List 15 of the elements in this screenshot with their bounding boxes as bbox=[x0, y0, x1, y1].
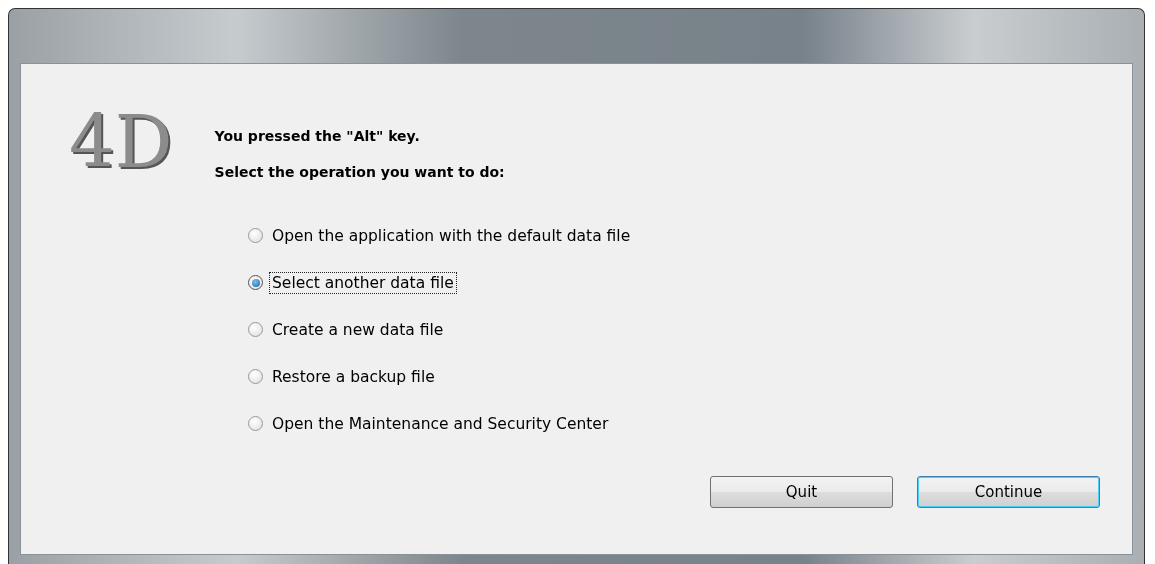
radio-button[interactable] bbox=[248, 228, 263, 243]
logo: 4D bbox=[69, 106, 173, 178]
radio-button[interactable] bbox=[248, 369, 263, 384]
prompt-text: Select the operation you want to do: bbox=[214, 164, 505, 180]
option-label[interactable]: Open the application with the default data file bbox=[269, 224, 634, 247]
option-label[interactable]: Restore a backup file bbox=[269, 365, 438, 388]
message-title: You pressed the "Alt" key. bbox=[214, 128, 421, 144]
radio-button[interactable] bbox=[248, 416, 263, 431]
radio-button[interactable] bbox=[248, 275, 263, 290]
option-label[interactable]: Create a new data file bbox=[269, 318, 447, 341]
quit-button[interactable]: Quit bbox=[710, 476, 893, 508]
option-label[interactable]: Select another data file bbox=[269, 271, 457, 294]
option-label[interactable]: Open the Maintenance and Security Center bbox=[269, 412, 612, 435]
continue-button[interactable]: Continue bbox=[917, 476, 1100, 508]
radio-button[interactable] bbox=[248, 322, 263, 337]
